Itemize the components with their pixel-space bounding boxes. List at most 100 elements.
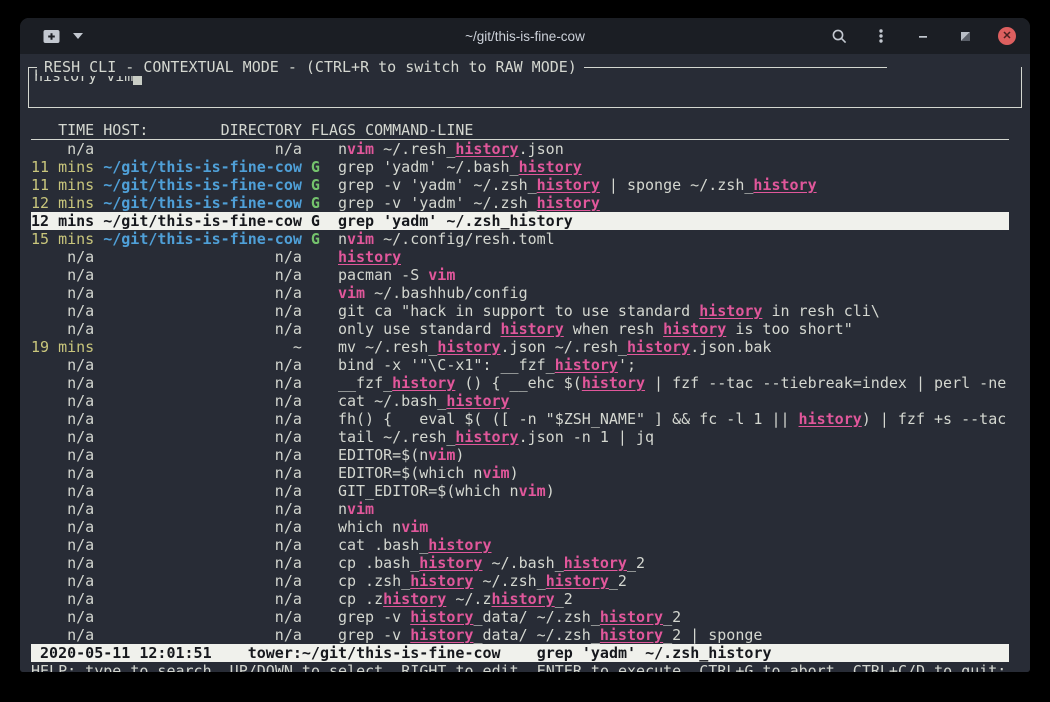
row-flags (311, 482, 320, 500)
history-row[interactable]: n/a n/a cat .bash_history (31, 536, 1009, 554)
row-command: EDITOR=$(which nvim) (338, 464, 519, 482)
row-time: n/a (31, 428, 94, 446)
history-row[interactable]: n/a n/a EDITOR=$(which nvim) (31, 464, 1009, 482)
row-time: n/a (31, 374, 94, 392)
history-row[interactable]: 11 mins ~/git/this-is-fine-cow G grep 'y… (31, 158, 1009, 176)
row-command: cp .zsh_history ~/.zsh_history_2 (338, 572, 627, 590)
row-command: cat ~/.bash_history (338, 392, 510, 410)
row-command: tail ~/.resh_history.json -n 1 | jq (338, 428, 654, 446)
row-command: grep -v 'yadm' ~/.zsh_history | sponge ~… (338, 176, 817, 194)
new-tab-icon (42, 28, 61, 45)
row-time: n/a (31, 590, 94, 608)
status-bar: 2020-05-11 12:01:51 tower:~/git/this-is-… (31, 644, 1009, 662)
row-directory: n/a (103, 554, 302, 572)
history-row[interactable]: n/a n/a vim ~/.bashhub/config (31, 284, 1009, 302)
row-command: grep -v 'yadm' ~/.zsh_history (338, 194, 600, 212)
history-row[interactable]: n/a n/a tail ~/.resh_history.json -n 1 |… (31, 428, 1009, 446)
history-row[interactable]: n/a n/a bind -x '"\C-x1": __fzf_history'… (31, 356, 1009, 374)
history-row[interactable]: 15 mins ~/git/this-is-fine-cow G nvim ~/… (31, 230, 1009, 248)
row-flags (311, 284, 320, 302)
row-directory: n/a (103, 572, 302, 590)
restore-icon (960, 31, 971, 42)
history-row[interactable]: n/a n/a EDITOR=$(nvim) (31, 446, 1009, 464)
row-flags: G (311, 230, 320, 248)
row-flags (311, 320, 320, 338)
history-row[interactable]: 12 mins ~/git/this-is-fine-cow G grep 'y… (31, 212, 1009, 230)
history-row[interactable]: n/a n/a fh() { eval $( ([ -n "$ZSH_NAME"… (31, 410, 1009, 428)
row-time: 15 mins (31, 230, 94, 248)
history-row[interactable]: n/a n/a grep -v history_data/ ~/.zsh_his… (31, 626, 1009, 644)
titlebar: ~/git/this-is-fine-cow (20, 18, 1030, 54)
row-flags (311, 266, 320, 284)
row-time: n/a (31, 266, 94, 284)
search-button[interactable] (830, 27, 848, 45)
row-flags (311, 608, 320, 626)
row-time: n/a (31, 392, 94, 410)
row-command: grep -v history_data/ ~/.zsh_history_2 (338, 608, 681, 626)
new-tab-button[interactable] (42, 28, 61, 45)
history-row[interactable]: n/a n/a which nvim (31, 518, 1009, 536)
history-row[interactable]: 19 mins ~ mv ~/.resh_history.json ~/.res… (31, 338, 1009, 356)
row-directory: ~/git/this-is-fine-cow (103, 176, 302, 194)
help-line: HELP: type to search, UP/DOWN to select,… (31, 662, 1030, 672)
row-command: cat .bash_history (338, 536, 492, 554)
row-directory: n/a (103, 500, 302, 518)
row-directory: n/a (103, 374, 302, 392)
row-time: n/a (31, 536, 94, 554)
row-directory: n/a (103, 266, 302, 284)
row-flags (311, 446, 320, 464)
row-directory: n/a (103, 464, 302, 482)
row-time: n/a (31, 518, 94, 536)
row-command: grep -v history_data/ ~/.zsh_history_2 |… (338, 626, 762, 644)
row-time: 12 mins (31, 194, 94, 212)
row-flags (311, 302, 320, 320)
row-directory: n/a (103, 482, 302, 500)
history-row[interactable]: 12 mins ~/git/this-is-fine-cow G grep -v… (31, 194, 1009, 212)
kebab-menu-icon (873, 27, 889, 45)
history-row[interactable]: n/a n/a nvim ~/.resh_history.json (31, 140, 1009, 158)
terminal-window: ~/git/this-is-fine-cow (20, 18, 1030, 672)
menu-button[interactable] (872, 27, 890, 45)
header-directory: DIRECTORY (221, 121, 302, 139)
history-row[interactable]: n/a n/a cp .zsh_history ~/.zsh_history_2 (31, 572, 1009, 590)
history-row[interactable]: n/a n/a pacman -S vim (31, 266, 1009, 284)
row-directory: n/a (103, 518, 302, 536)
row-flags: G (311, 194, 320, 212)
history-row[interactable]: n/a n/a git ca "hack in support to use s… (31, 302, 1009, 320)
row-command: cp .zhistory ~/.zhistory_2 (338, 590, 573, 608)
row-time: n/a (31, 608, 94, 626)
row-directory: n/a (103, 248, 302, 266)
header-host: HOST: (103, 121, 148, 139)
row-flags (311, 392, 320, 410)
row-flags (311, 140, 320, 158)
row-time: n/a (31, 248, 94, 266)
history-row[interactable]: n/a n/a nvim (31, 500, 1009, 518)
history-row[interactable]: 11 mins ~/git/this-is-fine-cow G grep -v… (31, 176, 1009, 194)
history-row[interactable]: n/a n/a __fzf_history () { __ehc $(histo… (31, 374, 1009, 392)
row-flags (311, 500, 320, 518)
row-directory: ~/git/this-is-fine-cow (103, 194, 302, 212)
resh-search-box[interactable]: RESH CLI - CONTEXTUAL MODE - (CTRL+R to … (28, 67, 1022, 108)
row-command: vim ~/.bashhub/config (338, 284, 528, 302)
history-row[interactable]: n/a n/a only use standard history when r… (31, 320, 1009, 338)
history-row[interactable]: n/a n/a grep -v history_data/ ~/.zsh_his… (31, 608, 1009, 626)
chevron-down-icon[interactable] (73, 33, 83, 39)
row-directory: ~/git/this-is-fine-cow (103, 212, 302, 230)
history-row[interactable]: n/a n/a cat ~/.bash_history (31, 392, 1009, 410)
row-command: nvim ~/.config/resh.toml (338, 230, 555, 248)
row-time: n/a (31, 464, 94, 482)
history-list: n/a n/a nvim ~/.resh_history.json 11 min… (20, 140, 1030, 644)
history-row[interactable]: n/a n/a GIT_EDITOR=$(which nvim) (31, 482, 1009, 500)
row-time: n/a (31, 284, 94, 302)
history-row[interactable]: n/a n/a history (31, 248, 1009, 266)
history-row[interactable]: n/a n/a cp .zhistory ~/.zhistory_2 (31, 590, 1009, 608)
restore-button[interactable] (956, 27, 974, 45)
history-row[interactable]: n/a n/a cp .bash_history ~/.bash_history… (31, 554, 1009, 572)
row-directory: n/a (103, 626, 302, 644)
table-header: TIME HOST:DIRECTORY FLAGS COMMAND-LINE (31, 121, 1009, 140)
row-command: pacman -S vim (338, 266, 455, 284)
close-button[interactable]: ✕ (998, 27, 1016, 45)
row-directory: ~/git/this-is-fine-cow (103, 230, 302, 248)
row-time: 19 mins (31, 338, 94, 356)
minimize-button[interactable] (914, 27, 932, 45)
